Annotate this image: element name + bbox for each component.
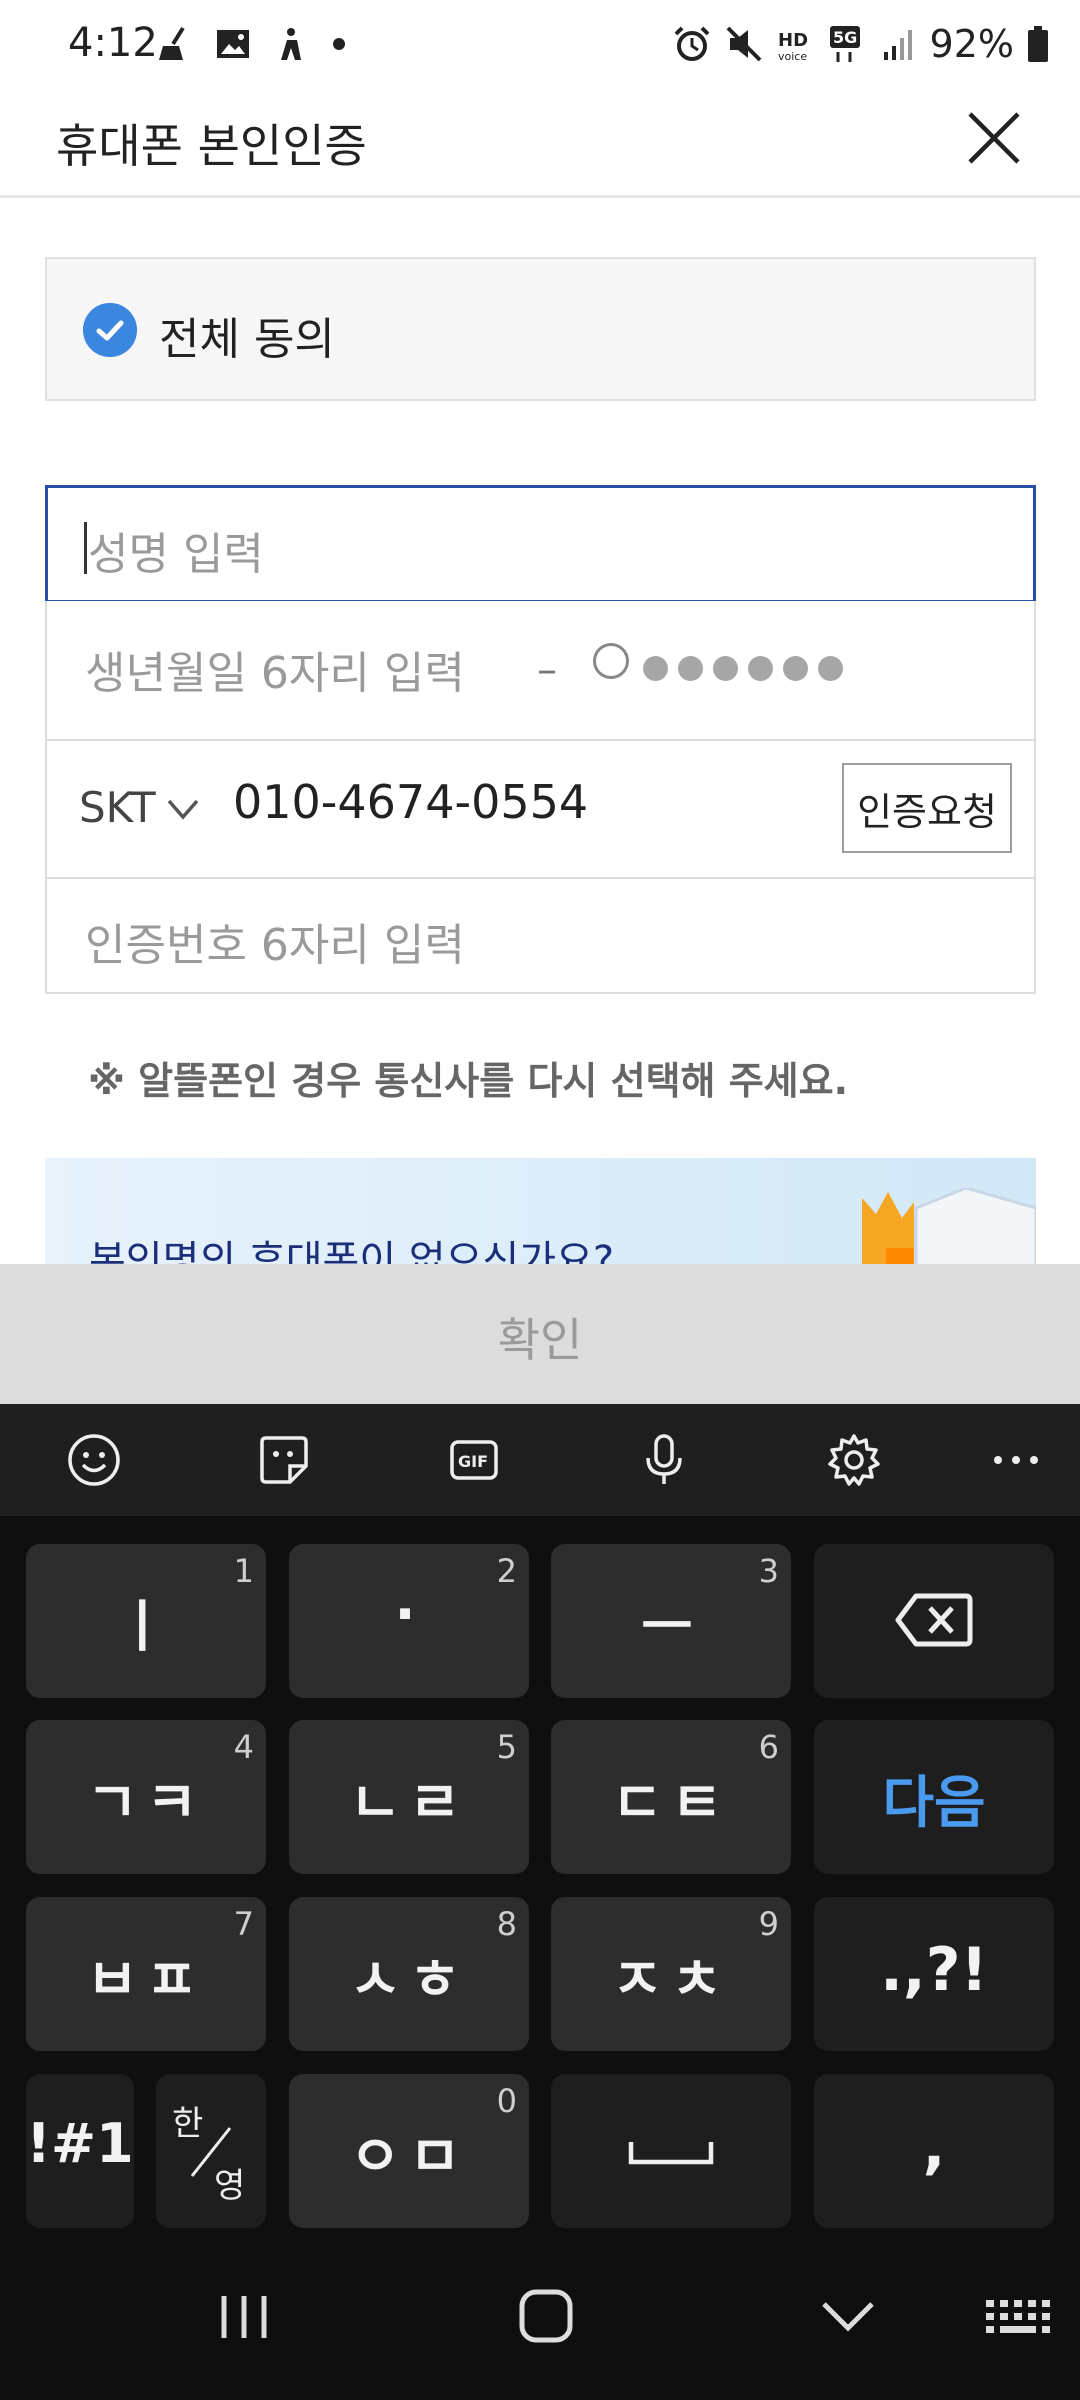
carrier-notice: ※ 알뜰폰인 경우 통신사를 다시 선택해 주세요.: [88, 1059, 849, 1103]
key-6-label: ㄷㅌ: [611, 1771, 731, 1836]
no-phone-banner[interactable]: 본인명의 휴대폰이 없으신가요?: [45, 1158, 1036, 1264]
microphone-icon[interactable]: [636, 1432, 692, 1488]
key-6[interactable]: 6 ㄷㅌ: [551, 1720, 791, 1874]
back-icon[interactable]: [808, 2282, 888, 2352]
punctuation-key-label: .,?!: [880, 1935, 988, 2005]
backspace-icon: [895, 1593, 973, 1647]
key-8-label: ㅅㅎ: [349, 1948, 469, 2013]
hd-voice-icon: HDvoice: [778, 30, 808, 63]
birthdate-placeholder: 생년월일 6자리 입력: [85, 648, 465, 699]
punctuation-key[interactable]: .,?!: [814, 1897, 1054, 2051]
battery-icon: [1028, 26, 1048, 62]
key-2-label: ·: [394, 1582, 424, 1647]
svg-text:voice: voice: [778, 50, 807, 63]
battery-percent: 92%: [929, 22, 1014, 66]
comma-key-label: ,: [922, 2112, 946, 2182]
verification-code-input[interactable]: 인증번호 6자리 입력: [45, 877, 1036, 994]
signal-icon: [883, 30, 912, 60]
request-verification-button[interactable]: 인증요청: [842, 763, 1012, 853]
name-input[interactable]: 성명 입력: [45, 485, 1036, 603]
more-icon[interactable]: [988, 1432, 1044, 1488]
recents-icon[interactable]: [204, 2282, 284, 2352]
next-key[interactable]: 다음: [814, 1720, 1054, 1874]
banner-text: 본인명의 휴대폰이 없으신가요?: [89, 1238, 615, 1264]
key-5-label: ㄴㄹ: [349, 1771, 469, 1836]
language-toggle-key[interactable]: 한 영: [156, 2074, 266, 2228]
key-9[interactable]: 9 ㅈㅊ: [551, 1897, 791, 2051]
confirm-label: 확인: [497, 1313, 583, 1367]
5g-icon: 5G: [829, 26, 860, 62]
banner-illustration-icon: [862, 1188, 1036, 1264]
phone-row: SKT 010-4674-0554 인증요청: [45, 739, 1036, 879]
chevron-down-icon[interactable]: [165, 795, 201, 823]
masked-digits: [643, 656, 843, 681]
navigation-bar: [0, 2240, 1080, 2400]
symbols-key[interactable]: !#1: [26, 2074, 134, 2228]
key-5[interactable]: 5 ㄴㄹ: [289, 1720, 529, 1874]
key-2[interactable]: 2 ·: [289, 1544, 529, 1698]
confirm-button[interactable]: 확인: [0, 1264, 1080, 1404]
agree-all-label: 전체 동의: [159, 314, 335, 365]
keyboard-toolbar: GIF: [0, 1404, 1080, 1516]
dot-icon: [333, 38, 345, 50]
settings-icon[interactable]: [826, 1432, 882, 1488]
keyboard: 1 ㅣ 2 · 3 ㅡ 4 ㄱㅋ 5 ㄴㄹ 6 ㄷㅌ 다음 7 ㅂㅍ 8 ㅅㅎ …: [0, 1516, 1080, 2240]
key-8[interactable]: 8 ㅅㅎ: [289, 1897, 529, 2051]
close-icon[interactable]: [964, 108, 1024, 168]
key-1[interactable]: 1 ㅣ: [26, 1544, 266, 1698]
broom-icon: [159, 26, 185, 60]
space-key[interactable]: [551, 2074, 791, 2228]
key-0[interactable]: 0 ㅇㅁ: [289, 2074, 529, 2228]
comma-key[interactable]: ,: [814, 2074, 1054, 2228]
key-3-label: ㅡ: [641, 1595, 701, 1660]
svg-text:HD: HD: [778, 30, 808, 51]
key-7[interactable]: 7 ㅂㅍ: [26, 1897, 266, 2051]
backspace-key[interactable]: [814, 1544, 1054, 1698]
svg-text:5G: 5G: [833, 28, 857, 47]
next-key-label: 다음: [882, 1771, 986, 1836]
accessibility-icon: [281, 28, 301, 60]
svg-text:GIF: GIF: [458, 1452, 488, 1471]
alarm-icon: [674, 26, 709, 61]
keyboard-icon[interactable]: [980, 2282, 1060, 2352]
status-right-icons: HD voice 5G 92%: [672, 22, 1050, 66]
key-1-label: ㅣ: [116, 1595, 176, 1660]
key-3[interactable]: 3 ㅡ: [551, 1544, 791, 1698]
name-placeholder: 성명 입력: [88, 529, 264, 580]
app-header: 휴대폰 본인인증: [0, 92, 1080, 198]
key-7-label: ㅂㅍ: [86, 1948, 206, 2013]
key-4-label: ㄱㅋ: [86, 1771, 206, 1836]
status-bar: 4:12 HD voice 5G 92%: [0, 0, 1080, 92]
agree-all-row[interactable]: 전체 동의: [45, 257, 1036, 401]
language-key-bottom-label: 영: [214, 2166, 246, 2206]
verification-code-placeholder: 인증번호 6자리 입력: [85, 920, 465, 971]
key-0-label: ㅇㅁ: [349, 2125, 469, 2190]
key-4[interactable]: 4 ㄱㅋ: [26, 1720, 266, 1874]
gender-digit-input[interactable]: [593, 643, 629, 679]
phone-number-input[interactable]: 010-4674-0554: [233, 775, 588, 829]
birthdate-dash: –: [537, 647, 557, 693]
birthdate-input[interactable]: 생년월일 6자리 입력 –: [45, 601, 1036, 741]
status-left-icons: [155, 24, 349, 64]
space-icon: [628, 2142, 714, 2165]
page-title: 휴대폰 본인인증: [56, 119, 367, 173]
status-time: 4:12: [68, 20, 158, 66]
checkmark-icon[interactable]: [83, 303, 137, 357]
text-caret: [84, 522, 87, 574]
symbols-key-label: !#1: [26, 2112, 134, 2175]
home-icon[interactable]: [506, 2282, 586, 2352]
sticker-icon[interactable]: [256, 1432, 312, 1488]
gif-icon[interactable]: GIF: [446, 1432, 502, 1488]
key-9-label: ㅈㅊ: [611, 1948, 731, 2013]
mute-icon: [726, 26, 761, 62]
image-icon: [217, 30, 249, 58]
emoji-icon[interactable]: [66, 1432, 122, 1488]
carrier-select[interactable]: SKT: [79, 783, 156, 832]
